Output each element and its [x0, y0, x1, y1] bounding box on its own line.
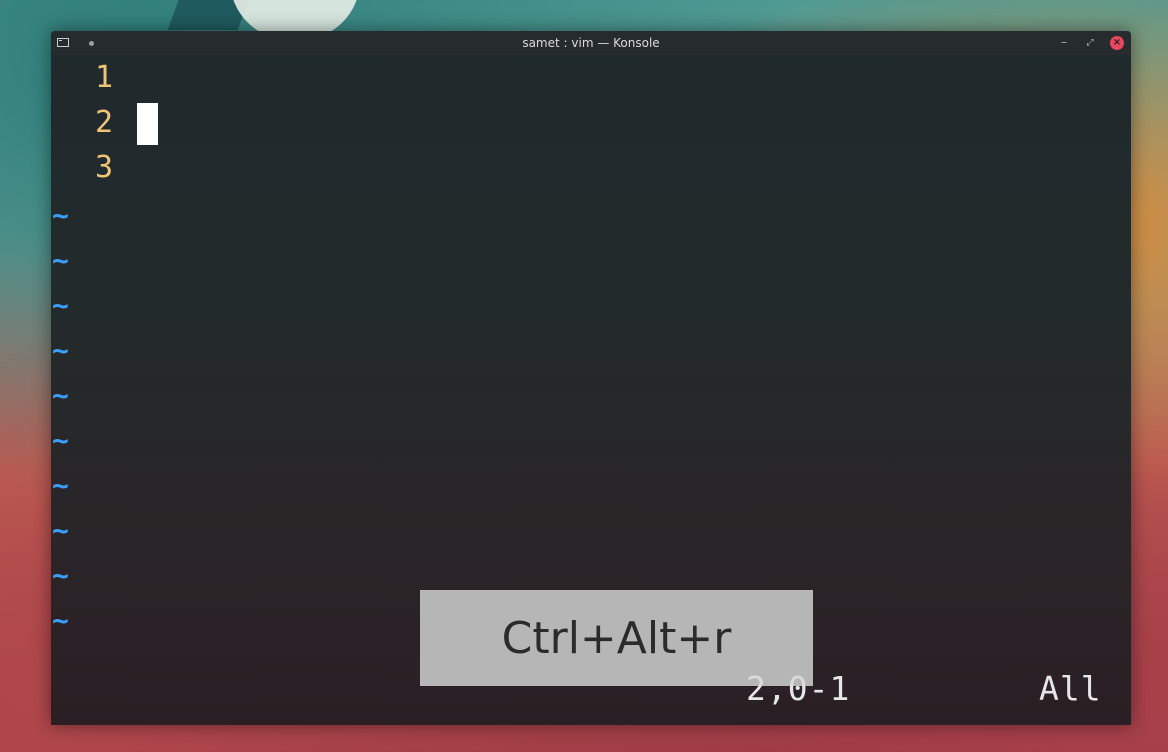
keystroke-overlay: Ctrl+Alt+r [420, 590, 813, 686]
line-number: 3 [95, 150, 114, 185]
empty-line-tilde: ~ [52, 514, 69, 547]
empty-line-tilde: ~ [52, 469, 69, 502]
empty-line-tilde: ~ [52, 334, 69, 367]
empty-line-tilde: ~ [52, 379, 69, 412]
text-cursor [137, 103, 158, 145]
scroll-position-status: All [1039, 669, 1102, 708]
minimize-icon[interactable]: ‒ [1057, 36, 1071, 50]
empty-line-tilde: ~ [52, 199, 69, 232]
maximize-icon[interactable]: ⤢ [1083, 36, 1097, 50]
window-title: samet : vim — Konsole [522, 36, 660, 50]
empty-line-tilde: ~ [52, 559, 69, 592]
line-number: 2 [95, 105, 114, 140]
empty-line-tilde: ~ [52, 424, 69, 457]
empty-line-tilde: ~ [52, 289, 69, 322]
empty-line-tilde: ~ [52, 244, 69, 277]
empty-line-tilde: ~ [52, 604, 69, 637]
close-icon[interactable]: × [1110, 36, 1124, 50]
title-bar[interactable]: samet : vim — Konsole ‒ ⤢ × [51, 31, 1131, 55]
line-number: 1 [95, 60, 114, 95]
